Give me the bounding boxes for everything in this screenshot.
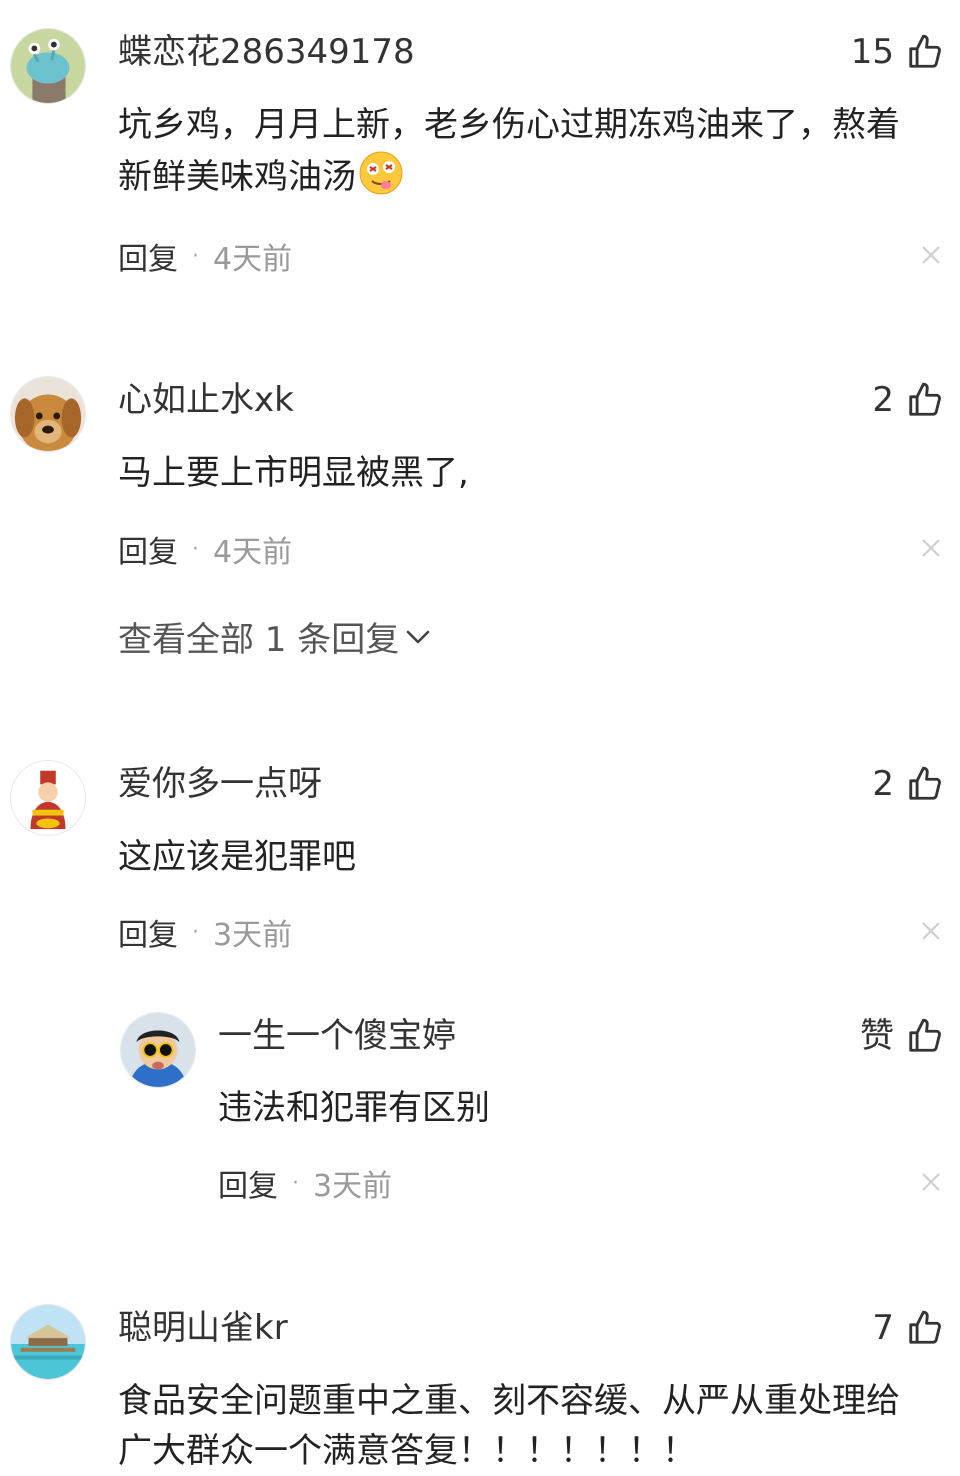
comment-username[interactable]: 心如止水xk [118, 380, 294, 420]
separator-dot: · [192, 243, 199, 269]
comment-text-body: 坑乡鸡，月月上新，老乡伤心过期冻鸡油来了，熬着新鲜美味鸡油汤 [118, 105, 900, 197]
like-count: 2 [872, 764, 894, 804]
thumbs-up-icon[interactable] [906, 33, 944, 71]
avatar[interactable] [10, 760, 86, 836]
reply-button[interactable]: 回复 [118, 234, 178, 278]
like-button[interactable]: 2 [872, 378, 944, 422]
separator-dot: · [192, 919, 199, 945]
comment-meta: 回复 · 4天前 [118, 527, 293, 571]
timestamp: 4天前 [213, 242, 293, 277]
view-all-replies-button[interactable]: 查看全部 1 条回复 [118, 612, 431, 661]
thumbs-up-icon[interactable] [906, 1017, 944, 1055]
view-all-replies-label: 查看全部 1 条回复 [118, 620, 400, 660]
like-count: 7 [872, 1308, 894, 1348]
like-button[interactable]: 15 [851, 30, 944, 74]
timestamp: 3天前 [213, 918, 293, 953]
comment-username[interactable]: 爱你多一点呀 [118, 764, 322, 804]
comment-meta: 回复 · 4天前 [118, 234, 293, 278]
comment-text: 食品安全问题重中之重、刻不容缓、从严从重处理给广大群众一个满意答复！！！！！！！ [118, 1381, 900, 1471]
timestamp: 4天前 [213, 535, 293, 570]
thumbs-up-icon[interactable] [906, 1309, 944, 1347]
like-count: 15 [850, 32, 894, 72]
close-icon[interactable] [920, 920, 942, 942]
reply-button[interactable]: 回复 [118, 910, 178, 954]
close-icon[interactable] [920, 537, 942, 559]
reply-meta: 回复 · 3天前 [218, 1161, 393, 1205]
avatar[interactable] [120, 1012, 196, 1088]
reply-text: 违法和犯罪有区别 [218, 1088, 490, 1128]
drooling-face-emoji [359, 151, 403, 195]
avatar[interactable] [10, 376, 86, 452]
chevron-down-icon [406, 630, 430, 643]
like-button[interactable]: 2 [872, 762, 944, 806]
avatar[interactable] [10, 1304, 86, 1380]
comment-username[interactable]: 聪明山雀kr [118, 1308, 288, 1348]
comment-meta: 回复 · 3天前 [118, 910, 293, 954]
like-button[interactable]: 赞 [860, 1014, 944, 1058]
avatar[interactable] [10, 28, 86, 104]
like-button[interactable]: 7 [872, 1306, 944, 1350]
thumbs-up-icon[interactable] [906, 765, 944, 803]
comment-username[interactable]: 蝶恋花286349178 [118, 32, 415, 72]
close-icon[interactable] [920, 1171, 942, 1193]
like-count: 2 [872, 380, 894, 420]
reply-button[interactable]: 回复 [118, 527, 178, 571]
separator-dot: · [192, 536, 199, 562]
comment-text: 坑乡鸡，月月上新，老乡伤心过期冻鸡油来了，熬着新鲜美味鸡油汤 [118, 100, 933, 202]
comment-text: 马上要上市明显被黑了, [118, 453, 469, 493]
comment-text: 这应该是犯罪吧 [118, 837, 356, 877]
timestamp: 3天前 [313, 1169, 393, 1204]
separator-dot: · [292, 1170, 299, 1196]
reply-button[interactable]: 回复 [218, 1161, 278, 1205]
thumbs-up-icon[interactable] [906, 381, 944, 419]
close-icon[interactable] [920, 244, 942, 266]
reply-username[interactable]: 一生一个傻宝婷 [218, 1016, 456, 1056]
like-label: 赞 [860, 1016, 894, 1056]
